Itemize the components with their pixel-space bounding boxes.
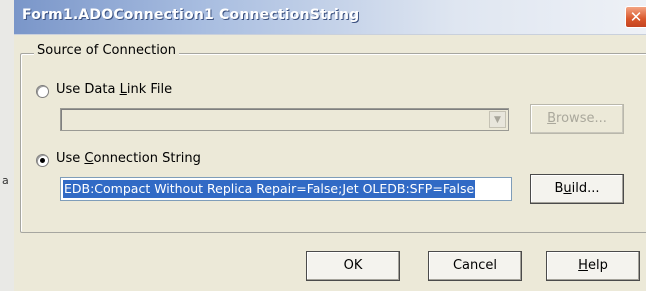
cancel-button[interactable]: Cancel [428, 251, 522, 281]
help-button[interactable]: Help [546, 251, 640, 281]
close-icon: ✕ [629, 8, 643, 26]
connection-string-label[interactable]: Use Connection String [56, 151, 201, 166]
source-of-connection-group [20, 53, 646, 233]
build-button[interactable]: Build... [530, 174, 624, 204]
data-link-file-radio[interactable] [36, 85, 49, 98]
browse-button[interactable]: Browse... [530, 104, 624, 134]
ok-button[interactable]: OK [306, 251, 400, 281]
data-link-file-label[interactable]: Use Data Link File [56, 82, 172, 97]
chevron-down-icon[interactable]: ▼ [489, 111, 506, 128]
window-title: Form1.ADOConnection1 ConnectionString [22, 7, 360, 23]
title-bar[interactable]: Form1.ADOConnection1 ConnectionString ✕ [14, 0, 646, 35]
connection-string-input[interactable]: EDB:Compact Without Replica Repair=False… [60, 177, 512, 201]
data-link-file-combo[interactable]: ▼ [60, 108, 509, 131]
connection-string-value: EDB:Compact Without Replica Repair=False… [63, 180, 476, 198]
radio-selected-dot [40, 158, 45, 163]
close-button[interactable]: ✕ [625, 6, 646, 28]
connection-string-radio[interactable] [36, 154, 49, 167]
group-legend: Source of Connection [34, 43, 180, 58]
connection-string-dialog: Form1.ADOConnection1 ConnectionString ✕ … [14, 0, 646, 291]
background-window-edge: a [0, 0, 14, 291]
background-text-fragment: a [2, 174, 9, 187]
